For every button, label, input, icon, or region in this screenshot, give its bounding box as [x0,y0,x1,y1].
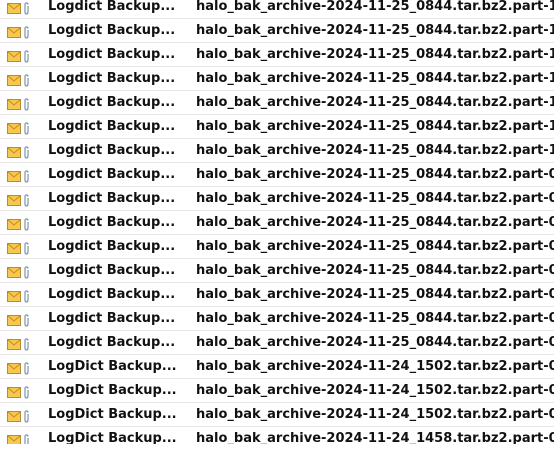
message-row[interactable]: Logdict Backup... halo_bak_archive-2024-1… [0,43,554,67]
envelope-unread-icon [7,360,21,374]
message-subject: halo_bak_archive-2024-11-25_0844.tar.bz2… [196,239,554,254]
envelope-unread-icon [7,432,21,444]
envelope-unread-icon [7,168,21,182]
message-subject: halo_bak_archive-2024-11-25_0844.tar.bz2… [196,0,554,14]
paperclip-icon [23,288,30,303]
envelope-unread-icon [7,408,21,422]
paperclip-icon [23,144,30,159]
message-sender: Logdict Backup... [48,143,176,158]
message-subject: halo_bak_archive-2024-11-25_0844.tar.bz2… [196,263,554,278]
message-sender: LogDict Backup... [48,431,177,444]
message-row[interactable]: Logdict Backup... halo_bak_archive-2024-1… [0,235,554,259]
envelope-unread-icon [7,120,21,134]
message-row[interactable]: Logdict Backup... halo_bak_archive-2024-1… [0,67,554,91]
message-row[interactable]: LogDict Backup... halo_bak_archive-2024-1… [0,379,554,403]
message-row[interactable]: Logdict Backup... halo_bak_archive-2024-1… [0,187,554,211]
message-row[interactable]: Logdict Backup... halo_bak_archive-2024-1… [0,19,554,43]
message-sender: Logdict Backup... [48,263,176,278]
paperclip-icon [23,192,30,207]
message-subject: halo_bak_archive-2024-11-25_0844.tar.bz2… [196,143,554,158]
paperclip-icon [23,264,30,279]
message-sender: LogDict Backup... [48,407,177,422]
message-sender: Logdict Backup... [48,239,176,254]
paperclip-icon [23,408,30,423]
message-subject: halo_bak_archive-2024-11-24_1502.tar.bz2… [196,359,554,374]
paperclip-icon [23,72,30,87]
message-row[interactable]: Logdict Backup... halo_bak_archive-2024-1… [0,115,554,139]
message-subject: halo_bak_archive-2024-11-25_0844.tar.bz2… [196,215,554,230]
message-sender: LogDict Backup... [48,383,177,398]
message-sender: Logdict Backup... [48,215,176,230]
message-sender: Logdict Backup... [48,95,176,110]
message-subject: halo_bak_archive-2024-11-25_0844.tar.bz2… [196,47,554,62]
message-subject: halo_bak_archive-2024-11-25_0844.tar.bz2… [196,95,554,110]
message-row[interactable]: LogDict Backup... halo_bak_archive-2024-1… [0,403,554,427]
paperclip-icon [23,24,30,39]
message-sender: Logdict Backup... [48,335,176,350]
message-sender: Logdict Backup... [48,119,176,134]
paperclip-icon [23,216,30,231]
message-subject: halo_bak_archive-2024-11-25_0844.tar.bz2… [196,23,554,38]
message-subject: halo_bak_archive-2024-11-25_0844.tar.bz2… [196,335,554,350]
message-subject: halo_bak_archive-2024-11-25_0844.tar.bz2… [196,287,554,302]
envelope-unread-icon [7,144,21,158]
paperclip-icon [23,312,30,327]
paperclip-icon [23,96,30,111]
paperclip-icon [23,120,30,135]
message-row[interactable]: Logdict Backup... halo_bak_archive-2024-1… [0,91,554,115]
envelope-unread-icon [7,48,21,62]
message-sender: Logdict Backup... [48,167,176,182]
paperclip-icon [23,240,30,255]
paperclip-icon [23,360,30,375]
message-subject: halo_bak_archive-2024-11-25_0844.tar.bz2… [196,167,554,182]
paperclip-icon [23,432,30,444]
message-subject: halo_bak_archive-2024-11-24_1458.tar.bz2… [196,431,554,444]
message-sender: Logdict Backup... [48,47,176,62]
message-subject: halo_bak_archive-2024-11-24_1502.tar.bz2… [196,383,554,398]
envelope-unread-icon [7,72,21,86]
message-sender: Logdict Backup... [48,287,176,302]
message-sender: Logdict Backup... [48,71,176,86]
paperclip-icon [23,48,30,63]
message-subject: halo_bak_archive-2024-11-25_0844.tar.bz2… [196,119,554,134]
message-list: Logdict Backup... halo_bak_archive-2024-1… [0,0,554,444]
message-row[interactable]: Logdict Backup... halo_bak_archive-2024-1… [0,211,554,235]
message-subject: halo_bak_archive-2024-11-25_0844.tar.bz2… [196,71,554,86]
message-sender: Logdict Backup... [48,0,176,14]
paperclip-icon [23,336,30,351]
paperclip-icon [23,168,30,183]
message-row[interactable]: Logdict Backup... halo_bak_archive-2024-1… [0,283,554,307]
envelope-unread-icon [7,240,21,254]
envelope-unread-icon [7,96,21,110]
envelope-unread-icon [7,0,21,14]
envelope-unread-icon [7,192,21,206]
envelope-unread-icon [7,264,21,278]
message-subject: halo_bak_archive-2024-11-25_0844.tar.bz2… [196,191,554,206]
envelope-unread-icon [7,384,21,398]
message-row[interactable]: Logdict Backup... halo_bak_archive-2024-1… [0,0,554,19]
message-row[interactable]: Logdict Backup... halo_bak_archive-2024-1… [0,163,554,187]
envelope-unread-icon [7,336,21,350]
message-sender: Logdict Backup... [48,23,176,38]
paperclip-icon [23,384,30,399]
envelope-unread-icon [7,216,21,230]
envelope-unread-icon [7,288,21,302]
message-subject: halo_bak_archive-2024-11-25_0844.tar.bz2… [196,311,554,326]
message-row[interactable]: Logdict Backup... halo_bak_archive-2024-1… [0,331,554,355]
message-row[interactable]: LogDict Backup... halo_bak_archive-2024-1… [0,355,554,379]
message-sender: Logdict Backup... [48,191,176,206]
message-sender: Logdict Backup... [48,311,176,326]
message-row[interactable]: Logdict Backup... halo_bak_archive-2024-1… [0,307,554,331]
message-row[interactable]: Logdict Backup... halo_bak_archive-2024-1… [0,259,554,283]
message-row[interactable]: Logdict Backup... halo_bak_archive-2024-1… [0,139,554,163]
message-sender: LogDict Backup... [48,359,177,374]
message-row[interactable]: LogDict Backup... halo_bak_archive-2024-1… [0,427,554,444]
envelope-unread-icon [7,24,21,38]
envelope-unread-icon [7,312,21,326]
paperclip-icon [23,0,30,15]
message-subject: halo_bak_archive-2024-11-24_1502.tar.bz2… [196,407,554,422]
